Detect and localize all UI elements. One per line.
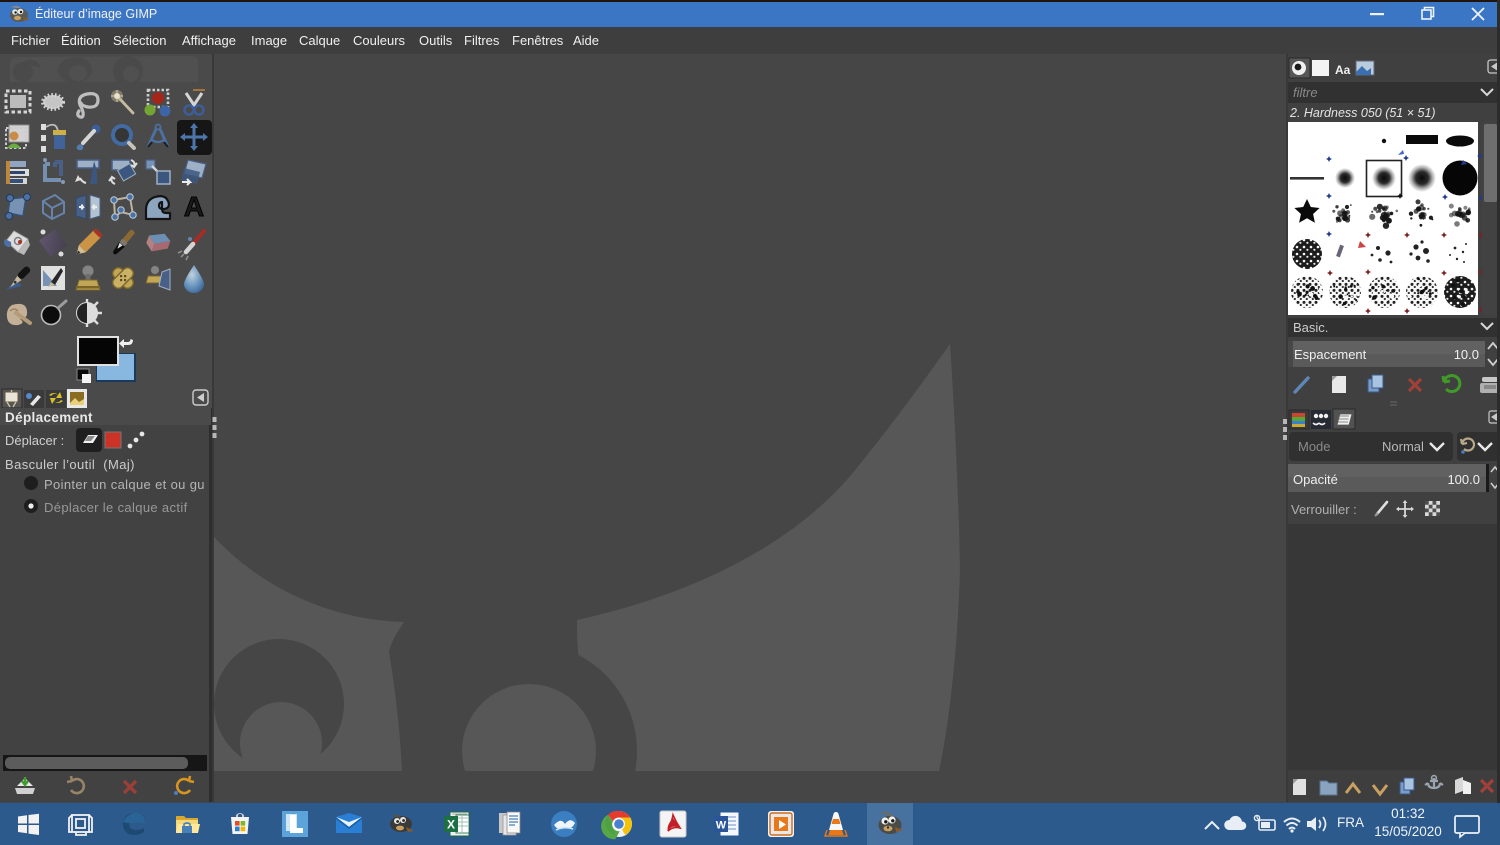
svg-text:Aa: Aa <box>1335 63 1351 77</box>
svg-text:A: A <box>184 191 204 222</box>
svg-text:Opacité: Opacité <box>1293 472 1338 487</box>
svg-text:2. Hardness 050 (51 × 51): 2. Hardness 050 (51 × 51) <box>1289 106 1436 120</box>
svg-text:X: X <box>447 818 455 832</box>
svg-text:10.0: 10.0 <box>1454 347 1479 362</box>
svg-text:Basic.: Basic. <box>1293 320 1328 335</box>
svg-text:Normal: Normal <box>1382 439 1424 454</box>
svg-text:100.0: 100.0 <box>1447 472 1480 487</box>
svg-text:W: W <box>716 820 727 832</box>
svg-text:Mode: Mode <box>1298 439 1331 454</box>
svg-text:Espacement: Espacement <box>1294 347 1367 362</box>
svg-text:filtre: filtre <box>1293 85 1318 100</box>
svg-text:Verrouiller :: Verrouiller : <box>1291 502 1357 517</box>
